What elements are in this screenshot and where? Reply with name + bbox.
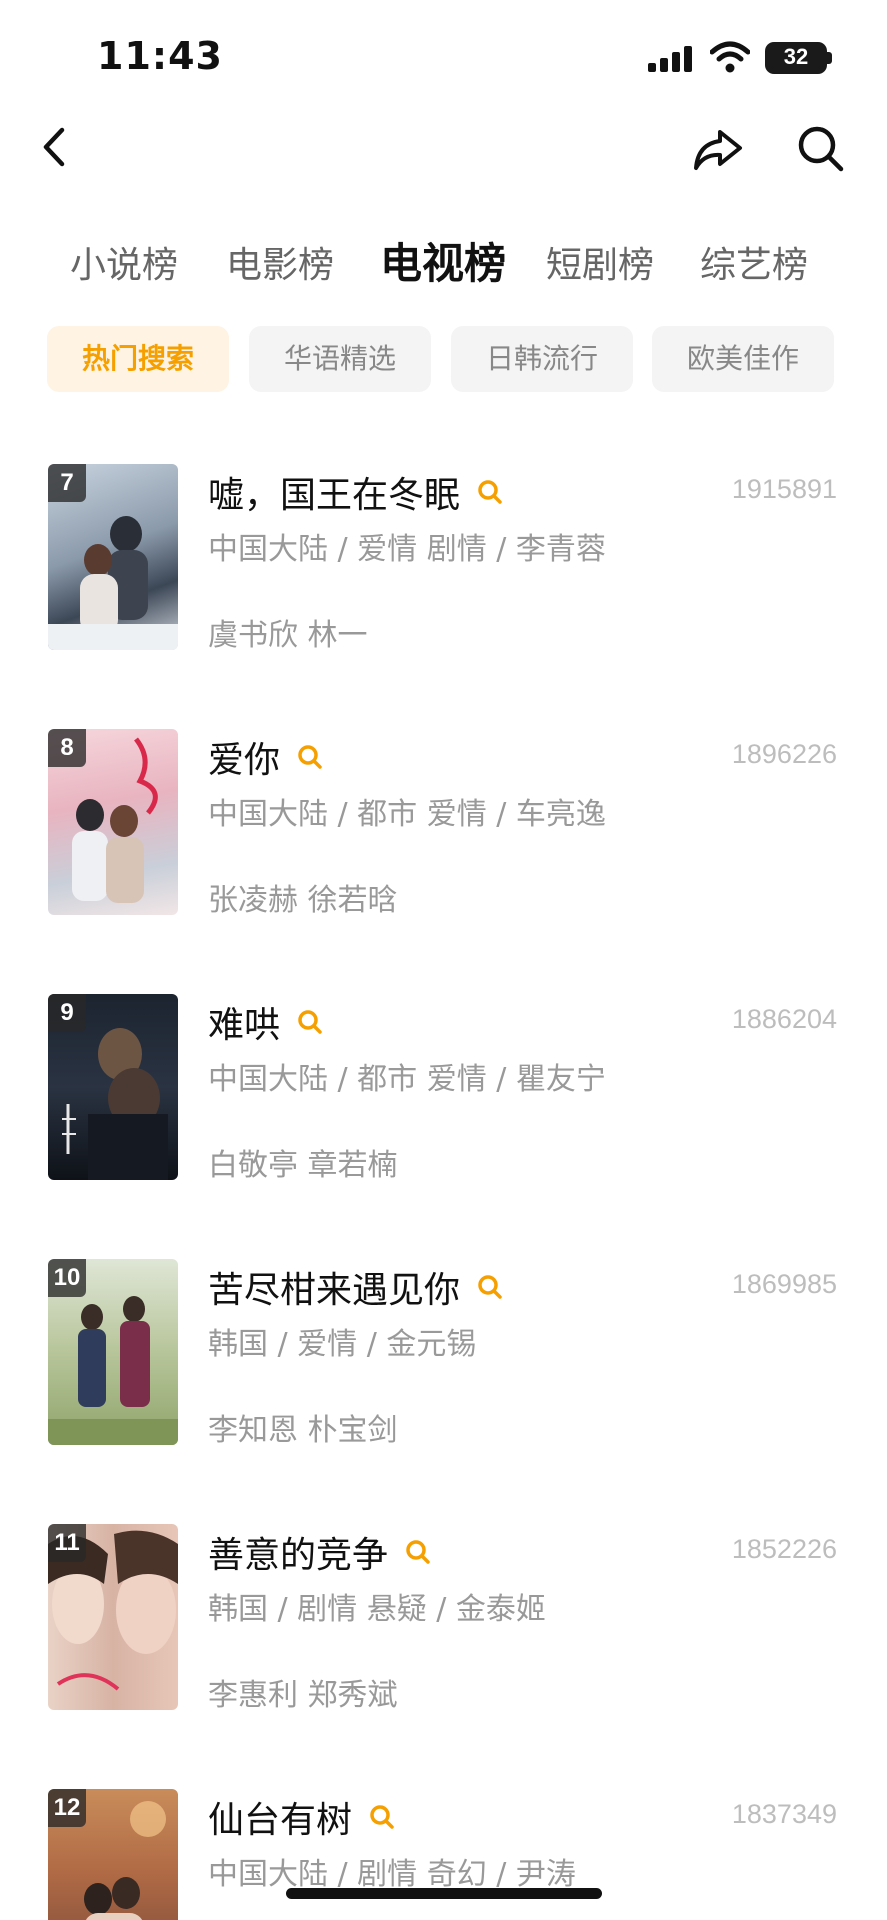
battery-cap [827,52,832,64]
item-title: 嘘，国王在冬眠 [208,475,461,516]
title-row: 苦尽柑来遇见你 [208,1263,504,1311]
item-meta: 中国大陆 / 剧情 奇幻 / 尹涛 [208,1857,576,1892]
status-time: 11:43 [97,34,223,78]
poster-image: 8 [48,729,178,915]
chip-chinese[interactable]: 华语精选 [249,326,431,392]
search-icon[interactable] [476,1273,504,1301]
filter-chips: 热门搜索 华语精选 日韩流行 欧美佳作 [0,326,887,392]
tv-ranking-page: 11:43 32 小说榜 电影榜 电视榜 短剧榜 综艺榜 热门搜索 华语精选 日… [0,0,887,1920]
item-title: 苦尽柑来遇见你 [208,1270,461,1311]
poster-image: 10 [48,1259,178,1445]
item-cast: 白敬亭 章若楠 [208,1148,398,1183]
list-item[interactable]: 10 苦尽柑来遇见你 1869985 韩国 / 爱情 / 金元锡 李知恩 朴宝剑 [0,1259,887,1449]
item-cast: 虞书欣 林一 [208,618,368,653]
item-meta: 中国大陆 / 爱情 剧情 / 李青蓉 [208,532,606,567]
item-cast: 张凌赫 徐若晗 [208,883,398,918]
item-title: 爱你 [208,740,281,781]
wifi-icon [710,41,750,73]
heat-count: 1896226 [731,739,837,769]
search-icon[interactable] [404,1538,432,1566]
poster-image: 7 [48,464,178,650]
rank-badge: 8 [48,729,86,767]
list-item[interactable]: 9 难哄 1886204 中国大陆 / 都市 爱情 / 瞿友宁 白敬亭 章若楠 [0,994,887,1184]
heat-count: 1869985 [731,1269,837,1299]
item-meta: 韩国 / 剧情 悬疑 / 金泰姬 [208,1592,546,1627]
share-arrow-icon[interactable] [690,124,746,174]
item-cast: 李知恩 朴宝剑 [208,1413,398,1448]
search-icon[interactable] [368,1803,396,1831]
search-icon[interactable] [796,124,846,174]
search-icon[interactable] [296,743,324,771]
rank-badge: 7 [48,464,86,502]
title-row: 善意的竞争 [208,1528,432,1576]
tab-novel[interactable]: 小说榜 [70,236,178,288]
chip-japan-korea[interactable]: 日韩流行 [451,326,633,392]
status-bar: 11:43 32 [0,0,887,110]
list-item[interactable]: 12 仙台有树 1837349 中国大陆 / 剧情 奇幻 / 尹涛 [0,1789,887,1920]
search-icon[interactable] [296,1008,324,1036]
chip-hot-search[interactable]: 热门搜索 [47,326,229,392]
title-row: 爱你 [208,733,324,781]
tab-movie[interactable]: 电影榜 [226,236,334,288]
heat-count: 1837349 [731,1799,837,1829]
tab-variety[interactable]: 综艺榜 [700,236,808,288]
title-row: 仙台有树 [208,1793,396,1841]
list-item[interactable]: 11 善意的竞争 1852226 韩国 / 剧情 悬疑 / 金泰姬 李惠利 郑秀… [0,1524,887,1714]
poster-image: 9 [48,994,178,1180]
poster-image: 11 [48,1524,178,1710]
search-icon[interactable] [476,478,504,506]
list-item[interactable]: 8 爱你 1896226 中国大陆 / 都市 爱情 / 车亮逸 张凌赫 徐若晗 [0,729,887,919]
heat-count: 1852226 [731,1534,837,1564]
battery-icon: 32 [765,42,827,74]
chip-western[interactable]: 欧美佳作 [652,326,834,392]
heat-count: 1915891 [731,474,837,504]
home-indicator[interactable] [286,1888,602,1899]
item-meta: 中国大陆 / 都市 爱情 / 车亮逸 [208,797,606,832]
battery-level: 32 [783,44,809,69]
rank-badge: 10 [48,1259,86,1297]
list-item[interactable]: 7 嘘，国王在冬眠 1915891 中国大陆 / 爱情 剧情 / 李青蓉 虞书欣… [0,464,887,654]
item-meta: 中国大陆 / 都市 爱情 / 瞿友宁 [208,1062,606,1097]
item-meta: 韩国 / 爱情 / 金元锡 [208,1327,477,1362]
rank-badge: 9 [48,994,86,1032]
rank-badge: 12 [48,1789,86,1827]
heat-count: 1886204 [731,1004,837,1034]
nav-bar [0,110,887,190]
ranking-tabs: 小说榜 电影榜 电视榜 短剧榜 综艺榜 [0,236,887,296]
cellular-signal-icon [648,46,694,72]
title-row: 难哄 [208,998,324,1046]
title-row: 嘘，国王在冬眠 [208,468,504,516]
item-cast: 李惠利 郑秀斌 [208,1678,398,1713]
chevron-left-icon[interactable] [36,122,74,172]
tab-tv[interactable]: 电视榜 [380,230,506,291]
item-title: 难哄 [208,1005,281,1046]
item-title: 善意的竞争 [208,1535,389,1576]
rank-badge: 11 [48,1524,86,1562]
poster-image: 12 [48,1789,178,1920]
item-title: 仙台有树 [208,1800,353,1841]
tab-short-drama[interactable]: 短剧榜 [546,236,654,288]
